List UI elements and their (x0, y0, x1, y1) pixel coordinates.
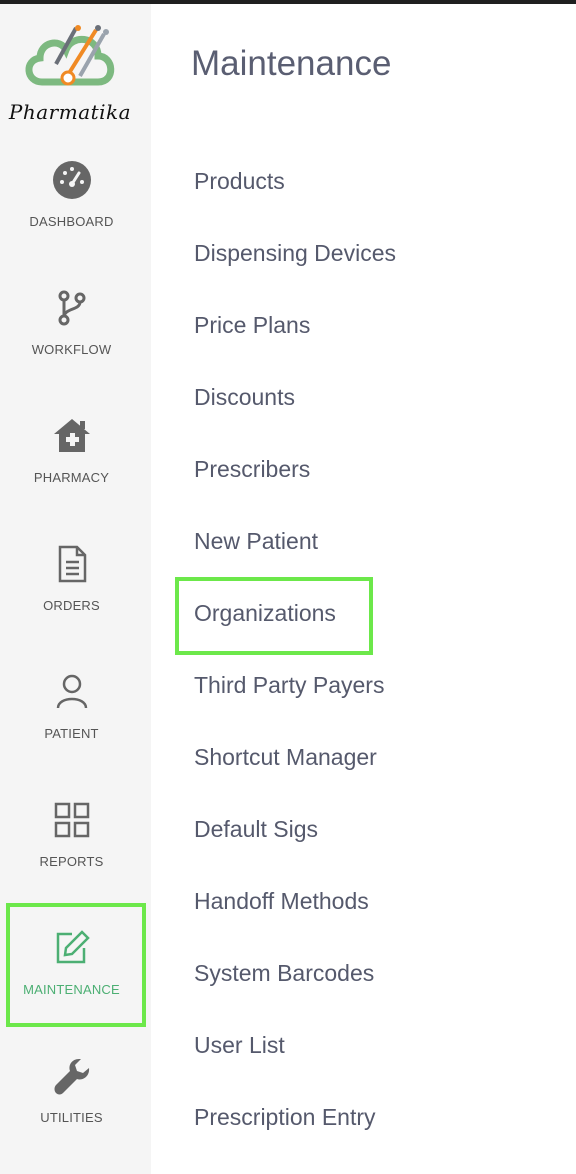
sidebar-item-label: WORKFLOW (31, 342, 112, 357)
menu-item-prescribers[interactable]: Prescribers (194, 456, 310, 483)
page-title: Maintenance (191, 44, 392, 83)
sidebar-item-reports[interactable]: REPORTS (0, 788, 143, 908)
brand-name: Pharmatika (8, 100, 132, 124)
pharmatika-logo[interactable]: Pharmatika (0, 14, 151, 134)
menu-item-price-plans[interactable]: Price Plans (194, 312, 310, 339)
menu-item-handoff-methods[interactable]: Handoff Methods (194, 888, 369, 915)
dashboard-icon (52, 160, 92, 200)
cloud-logo-icon (25, 25, 115, 86)
menu-item-system-barcodes[interactable]: System Barcodes (194, 960, 374, 987)
sidebar-item-label: ORDERS (43, 598, 100, 613)
menu-item-default-sigs[interactable]: Default Sigs (194, 816, 318, 843)
highlight-box-maintenance (6, 903, 146, 1027)
sidebar-item-dashboard[interactable]: DASHBOARD (0, 148, 143, 268)
sidebar-item-pharmacy[interactable]: PHARMACY (0, 404, 143, 524)
menu-item-discounts[interactable]: Discounts (194, 384, 295, 411)
highlight-box-organizations (175, 577, 373, 655)
reports-icon (52, 800, 92, 840)
sidebar-item-label: PHARMACY (33, 470, 110, 485)
menu-item-third-party-payers[interactable]: Third Party Payers (194, 672, 384, 699)
sidebar-item-patient[interactable]: PATIENT (0, 660, 143, 780)
sidebar-item-workflow[interactable]: WORKFLOW (0, 276, 143, 396)
sidebar-item-label: UTILITIES (40, 1110, 103, 1125)
utilities-icon (52, 1056, 92, 1096)
sidebar-item-label: PATIENT (44, 726, 99, 741)
menu-item-prescription-entry[interactable]: Prescription Entry (194, 1104, 376, 1131)
sidebar-item-utilities[interactable]: UTILITIES (0, 1044, 143, 1164)
sidebar-item-label: DASHBOARD (29, 214, 114, 229)
patient-icon (52, 672, 92, 712)
sidebar-item-orders[interactable]: ORDERS (0, 532, 143, 652)
menu-item-shortcut-manager[interactable]: Shortcut Manager (194, 744, 377, 771)
menu-item-dispensing-devices[interactable]: Dispensing Devices (194, 240, 396, 267)
menu-item-new-patient[interactable]: New Patient (194, 528, 318, 555)
workflow-icon (52, 288, 92, 328)
menu-item-products[interactable]: Products (194, 168, 285, 195)
menu-item-user-list[interactable]: User List (194, 1032, 285, 1059)
orders-icon (52, 544, 92, 584)
pharmacy-icon (52, 416, 92, 456)
sidebar-item-label: REPORTS (39, 854, 104, 869)
